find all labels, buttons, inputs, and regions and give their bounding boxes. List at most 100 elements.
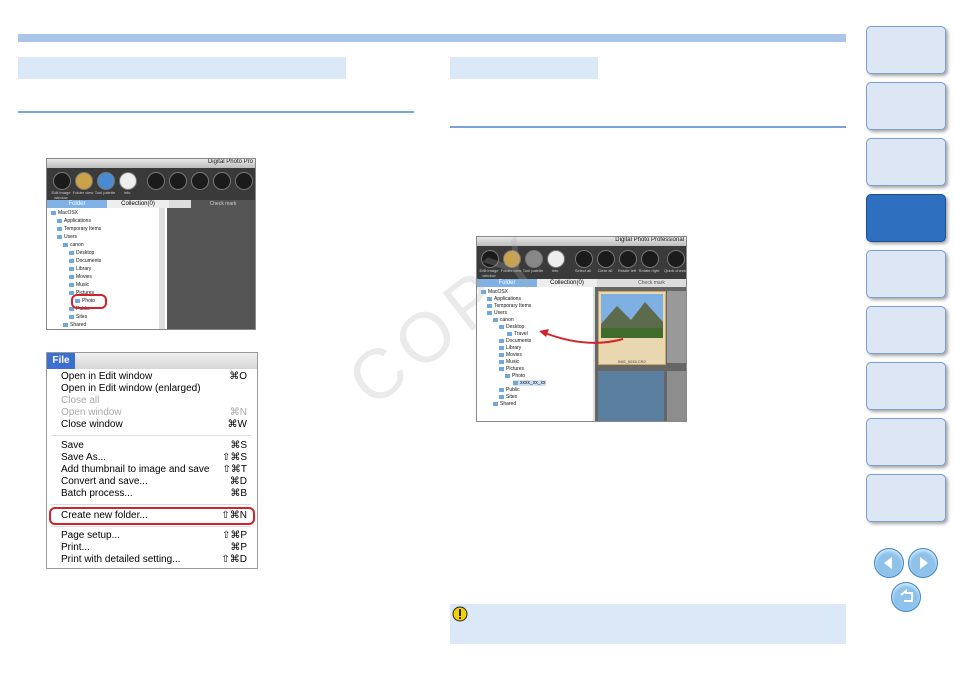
side-tab-8[interactable] [866,418,946,466]
dpp-folder-screenshot: Digital Photo Pro Edit image window Fold… [46,158,256,330]
side-tab-2[interactable] [866,82,946,130]
check-mark-label: Check mark [191,200,255,208]
folder-view-icon[interactable] [75,172,93,190]
rotate-right-icon[interactable] [213,172,231,190]
divider-right [450,126,846,128]
tree-item[interactable]: Temporary Items [64,226,101,232]
previous-page-button[interactable] [874,548,904,578]
menu-item-open-edit-enlarged[interactable]: Open in Edit window (enlarged) [47,383,257,395]
tree-item[interactable]: Shared [70,322,86,328]
drag-arrow-icon [539,329,624,344]
tree-item[interactable]: Public [506,387,520,393]
side-tab-1[interactable] [866,26,946,74]
tree-item[interactable]: Applications [64,218,91,224]
arrow-right-icon [920,557,928,569]
menu-item-label: Save As... [61,452,107,463]
scrollbar[interactable] [159,208,165,329]
tree-item[interactable]: Desktop [506,324,524,330]
side-tab-6[interactable] [866,306,946,354]
side-tab-4-active[interactable] [866,194,946,242]
tree-item[interactable]: Music [76,282,89,288]
tree-item[interactable]: Music [506,359,519,365]
toolbar-label: Clear all [597,268,613,273]
rotate-left-icon[interactable] [191,172,209,190]
menu-item-save[interactable]: Save ⌘S [47,440,257,452]
menu-shortcut: ⌘O [229,371,247,382]
tree-item[interactable]: Desktop [76,250,94,256]
tool-palette-icon[interactable] [97,172,115,190]
view-tabs: Folder Collection(0) Check mark [47,200,255,208]
tree-item[interactable]: Pictures [506,366,524,372]
menu-shortcut: ⌘S [230,440,247,451]
file-menu-title[interactable]: File [47,353,75,369]
menu-shortcut: ⇧⌘S [221,452,247,463]
tab-collection[interactable]: Collection(0) [107,200,169,208]
tree-item[interactable]: Users [64,234,77,240]
menu-item-convert-save[interactable]: Convert and save... ⌘D [47,476,257,488]
menu-item-open-edit[interactable]: Open in Edit window ⌘O [47,371,257,383]
menu-item-save-as[interactable]: Save As... ⇧⌘S [47,452,257,464]
window-title: Digital Photo Professional [615,237,684,243]
menu-item-print[interactable]: Print... ⌘P [47,542,257,554]
side-tab-7[interactable] [866,362,946,410]
rotate-left-icon[interactable] [619,250,637,268]
tree-item[interactable]: Library [76,266,91,272]
menu-shortcut: ⌘D [229,476,247,487]
side-tab-3[interactable] [866,138,946,186]
tree-item[interactable]: Documents [506,338,531,344]
tree-item[interactable]: Sites [506,394,517,400]
thumbnail[interactable] [667,371,686,421]
rotate-right-icon[interactable] [641,250,659,268]
thumbnail-caption: IMG_0015.CR2 [618,359,646,364]
thumbnail[interactable] [598,371,664,421]
window-title: Digital Photo Pro [207,159,253,165]
tree-item[interactable]: Movies [76,274,92,280]
tree-item[interactable]: Library [506,345,521,351]
clear-all-icon[interactable] [169,172,187,190]
menu-item-label: Close all [61,395,100,406]
side-tab-5[interactable] [866,250,946,298]
toolbar-label: Info [123,190,131,195]
tree-item[interactable]: Documents [76,258,101,264]
tree-item[interactable]: Sites [76,314,87,320]
quick-check-icon[interactable] [667,250,685,268]
menu-item-label: Print with detailed setting... [61,554,181,565]
menu-item-label: Open in Edit window [61,371,153,382]
side-tab-9[interactable] [866,474,946,522]
edit-image-window-icon[interactable] [53,172,71,190]
tab-folder[interactable]: Folder [47,200,107,208]
tree-item-selected[interactable]: xxxx_xx_xx [520,380,546,386]
menu-item-label: Open window [61,407,122,418]
menu-item-batch-process[interactable]: Batch process... ⌘B [47,488,257,500]
return-button[interactable] [891,582,921,612]
folder-tree: MacOSX Applications Temporary Items User… [47,208,167,329]
quick-check-icon[interactable] [235,172,253,190]
thumbnail[interactable] [667,291,686,363]
select-all-icon[interactable] [147,172,165,190]
toolbar-label: Quick check [664,268,686,273]
menu-item-label: Open in Edit window (enlarged) [61,383,201,394]
tree-item[interactable]: Shared [500,401,516,407]
clear-all-icon[interactable] [597,250,615,268]
divider-left [18,111,414,113]
tree-item[interactable]: canon [70,242,84,248]
tree-item-travel[interactable]: Travel [514,331,528,337]
menu-item-label: Close window [61,419,123,430]
menu-item-page-setup[interactable]: Page setup... ⇧⌘P [47,530,257,542]
menu-item-print-detailed[interactable]: Print with detailed setting... ⇧⌘D [47,554,257,566]
info-icon[interactable] [119,172,137,190]
section-heading-left [18,57,346,79]
next-page-button[interactable] [908,548,938,578]
menu-shortcut: ⌘N [229,407,247,418]
menu-item-add-thumbnail[interactable]: Add thumbnail to image and save ⇧⌘T [47,464,257,476]
tree-item[interactable]: Movies [506,352,522,358]
toolbar-label: Edit image window [51,190,71,200]
menu-shortcut: ⇧⌘T [222,464,248,475]
caution-icon [452,606,468,622]
menu-item-close-window[interactable]: Close window ⌘W [47,419,257,431]
menu-item-label: Convert and save... [61,476,148,487]
menu-item-open-window: Open window ⌘N [47,407,257,419]
menu-item-label: Page setup... [61,530,120,541]
tree-item[interactable]: MacOSX [58,210,78,216]
tree-item[interactable]: Photo [512,373,525,379]
